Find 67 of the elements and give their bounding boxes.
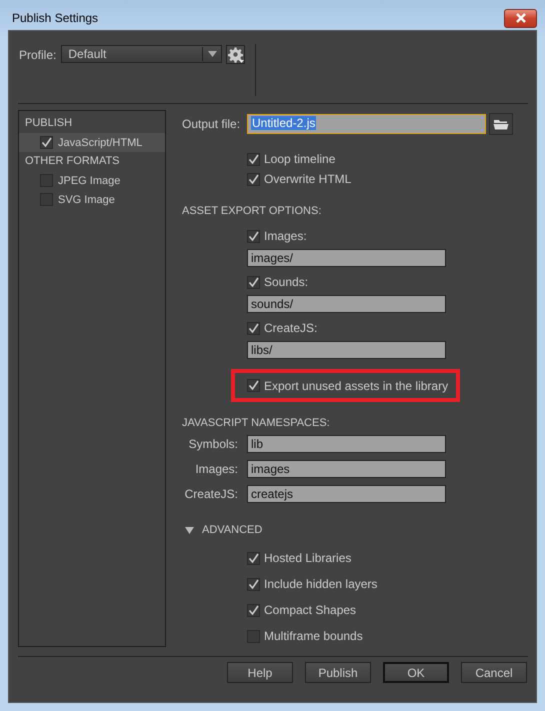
profile-dropdown[interactable]: Default <box>61 45 222 63</box>
checkbox-label: Export unused assets in the library <box>264 378 448 392</box>
checkbox-label: Include hidden layers <box>264 577 378 591</box>
checkbox-label: Compact Shapes <box>264 603 356 617</box>
dialog-button[interactable]: Help <box>227 662 293 683</box>
dialog-button[interactable]: Publish <box>305 662 371 683</box>
checkbox-label: Overwrite HTML <box>264 172 352 186</box>
checkmark-icon <box>41 137 52 148</box>
output-file-label: Output file: <box>182 117 242 131</box>
checkbox[interactable] <box>247 152 260 166</box>
sidebar-item[interactable]: JPEG Image <box>19 171 165 190</box>
output-file-field[interactable]: Untitled-2.js <box>247 114 486 134</box>
checkmark-icon <box>248 230 259 242</box>
checkbox[interactable] <box>247 172 260 186</box>
sidebar-item[interactable]: SVG Image <box>19 190 165 209</box>
checkmark-icon <box>248 380 259 391</box>
path-field[interactable]: libs/ <box>247 341 446 359</box>
checkbox[interactable] <box>247 322 260 334</box>
sidebar-heading: PUBLISH <box>24 116 74 131</box>
checkbox[interactable] <box>40 136 53 149</box>
field-label: CreateJS: <box>184 487 238 501</box>
checkmark-icon <box>248 604 259 616</box>
checkbox[interactable] <box>247 379 260 392</box>
checkbox-label: Multiframe bounds <box>264 629 363 643</box>
checkmark-icon <box>248 174 259 184</box>
window-title: Publish Settings <box>12 11 98 25</box>
expand-arrow-icon <box>185 526 194 534</box>
settings-icon <box>228 46 244 62</box>
checkmark-icon <box>248 276 259 288</box>
advanced-toggle[interactable]: ADVANCED <box>182 520 265 540</box>
path-field[interactable]: images/ <box>247 249 446 267</box>
checkbox-label: Hosted Libraries <box>264 551 352 565</box>
browse-button[interactable] <box>489 113 513 135</box>
checkmark-icon <box>248 578 259 590</box>
dialog-button[interactable]: Cancel <box>461 662 527 683</box>
path-field[interactable]: sounds/ <box>247 295 446 313</box>
section-heading: ASSET EXPORT OPTIONS: <box>182 204 322 219</box>
checkbox[interactable] <box>247 578 260 590</box>
checkbox-label: Loop timeline <box>264 152 336 166</box>
sidebar-item[interactable]: JavaScript/HTML <box>19 133 165 152</box>
field-label: Symbols: <box>188 437 238 451</box>
section-heading: JAVASCRIPT NAMESPACES: <box>182 416 331 431</box>
checkbox[interactable] <box>40 174 53 187</box>
close-icon <box>514 13 526 23</box>
dialog-button[interactable]: OK <box>383 662 449 683</box>
namespace-field[interactable]: lib <box>247 435 446 453</box>
folder-icon <box>493 118 509 130</box>
checkbox-label: Sounds: <box>264 275 308 289</box>
checkmark-icon <box>248 322 259 334</box>
dropdown-arrow-icon <box>208 51 218 57</box>
close-button[interactable] <box>504 8 537 28</box>
checkbox[interactable] <box>247 630 260 642</box>
checkmark-icon <box>248 552 259 564</box>
checkbox[interactable] <box>247 230 260 242</box>
checkbox[interactable] <box>247 552 260 564</box>
checkbox[interactable] <box>247 276 260 288</box>
sidebar-heading: OTHER FORMATS <box>24 154 121 169</box>
checkmark-icon <box>248 154 259 164</box>
checkbox[interactable] <box>40 193 53 206</box>
settings-button[interactable] <box>226 45 246 64</box>
checkbox-label: Images: <box>264 229 307 243</box>
checkbox[interactable] <box>247 604 260 616</box>
profile-label: Profile: <box>19 48 56 62</box>
namespace-field[interactable]: createjs <box>247 485 446 503</box>
field-label: Images: <box>194 462 238 476</box>
checkbox-label: CreateJS: <box>264 321 318 335</box>
namespace-field[interactable]: images <box>247 460 446 478</box>
